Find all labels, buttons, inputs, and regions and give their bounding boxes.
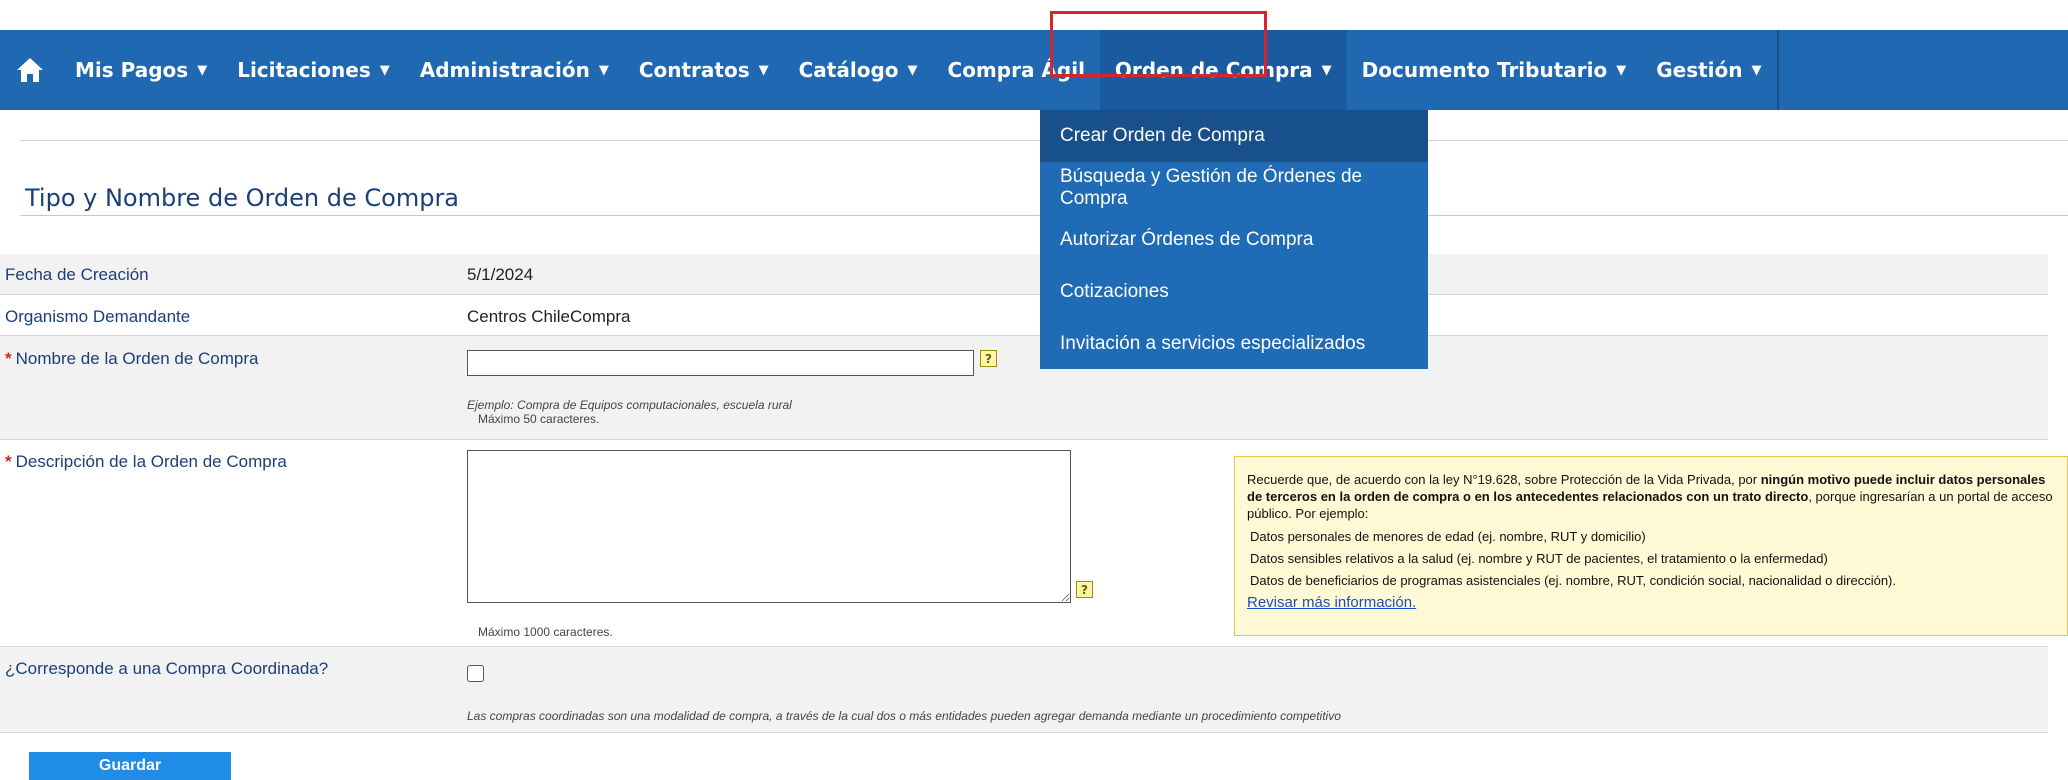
nav-administracion[interactable]: Administración ▼ <box>405 30 624 110</box>
chevron-down-icon: ▼ <box>1321 62 1332 78</box>
nombre-max-hint: Máximo 50 caracteres. <box>478 412 600 426</box>
chevron-down-icon: ▼ <box>1751 62 1762 78</box>
notice-bullet: Datos personales de menores de edad (ej.… <box>1250 529 1646 544</box>
menu-item-invitacion[interactable]: Invitación a servicios especializados <box>1040 318 1428 370</box>
descripcion-label: * Descripción de la Orden de Compra <box>5 452 287 471</box>
nombre-hint: Ejemplo: Compra de Equipos computacional… <box>467 398 792 412</box>
home-icon <box>17 58 43 82</box>
notice-bullet: Datos sensibles relativos a la salud (ej… <box>1250 551 1828 566</box>
chevron-down-icon: ▼ <box>598 62 609 78</box>
compra-coordinada-checkbox[interactable] <box>467 665 484 682</box>
nombre-label: * Nombre de la Orden de Compra <box>5 349 259 368</box>
orden-de-compra-dropdown: Crear Orden de Compra Búsqueda y Gestión… <box>1040 110 1428 369</box>
privacy-notice: Recuerde que, de acuerdo con la ley N°19… <box>1234 456 2068 636</box>
main-navbar: Mis Pagos ▼ Licitaciones ▼ Administración ▼… <box>0 30 2068 110</box>
row-compra-coordinada: ¿Corresponde a una Compra Coordinada? La… <box>0 647 2048 733</box>
nombre-input[interactable] <box>467 350 974 376</box>
chevron-down-icon: ▼ <box>1616 62 1627 78</box>
menu-item-cotizaciones[interactable]: Cotizaciones <box>1040 266 1428 318</box>
menu-item-crear-orden[interactable]: Crear Orden de Compra <box>1040 110 1428 162</box>
chevron-down-icon: ▼ <box>758 62 769 78</box>
required-mark: * <box>5 452 12 471</box>
notice-intro: Recuerde que, de acuerdo con la ley N°19… <box>1247 472 2053 521</box>
fecha-label: Fecha de Creación <box>5 265 149 284</box>
fecha-value: 5/1/2024 <box>467 265 534 284</box>
home-button[interactable] <box>0 30 60 110</box>
coordinada-label: ¿Corresponde a una Compra Coordinada? <box>5 659 329 678</box>
help-icon[interactable]: ? <box>1076 581 1093 598</box>
nav-mis-pagos[interactable]: Mis Pagos ▼ <box>60 30 222 110</box>
menu-item-busqueda-gestion[interactable]: Búsqueda y Gestión de Órdenes de Compra <box>1040 162 1428 214</box>
nav-licitaciones[interactable]: Licitaciones ▼ <box>222 30 405 110</box>
more-info-link[interactable]: Revisar más información. <box>1247 594 1416 611</box>
row-nombre: * Nombre de la Orden de Compra ? Ejemplo:… <box>0 336 2048 440</box>
section-title: Tipo y Nombre de Orden de Compra <box>25 184 460 212</box>
save-button[interactable]: Guardar <box>29 752 231 780</box>
nav-orden-de-compra[interactable]: Orden de Compra ▼ <box>1099 30 1347 110</box>
nav-gestion[interactable]: Gestión ▼ <box>1641 30 1776 110</box>
nav-contratos[interactable]: Contratos ▼ <box>624 30 784 110</box>
row-fecha-creacion: Fecha de Creación 5/1/2024 <box>0 254 2048 295</box>
nav-catalogo[interactable]: Catálogo ▼ <box>784 30 933 110</box>
chevron-down-icon: ▼ <box>907 62 918 78</box>
coordinada-hint: Las compras coordinadas son una modalida… <box>467 709 1341 723</box>
menu-item-autorizar[interactable]: Autorizar Órdenes de Compra <box>1040 214 1428 266</box>
required-mark: * <box>5 349 12 368</box>
nav-compra-agil[interactable]: Compra Ágil <box>933 30 1100 110</box>
help-icon[interactable]: ? <box>980 350 997 367</box>
descripcion-max-hint: Máximo 1000 caracteres. <box>478 625 613 639</box>
chevron-down-icon: ▼ <box>197 62 208 78</box>
organismo-label: Organismo Demandante <box>5 307 191 326</box>
notice-bullet: Datos de beneficiarios de programas asis… <box>1250 573 1896 588</box>
row-organismo: Organismo Demandante Centros ChileCompra <box>0 295 2048 336</box>
nav-divider <box>1776 30 1779 110</box>
nav-documento-tributario[interactable]: Documento Tributario ▼ <box>1347 30 1642 110</box>
descripcion-textarea[interactable] <box>467 450 1071 603</box>
chevron-down-icon: ▼ <box>379 62 390 78</box>
organismo-value: Centros ChileCompra <box>467 307 631 326</box>
